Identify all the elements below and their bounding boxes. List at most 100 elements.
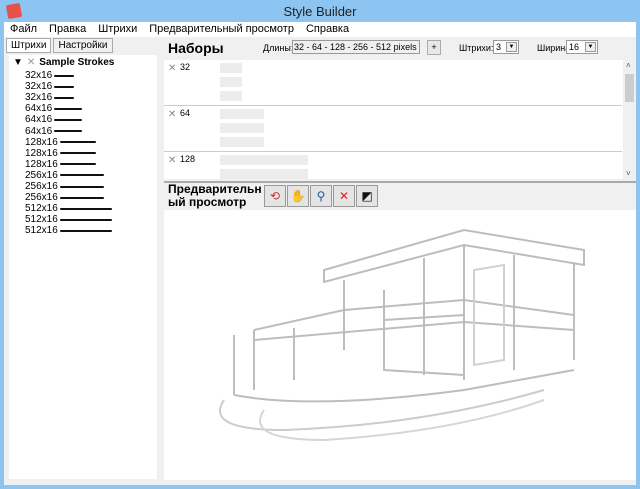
stroke-preview [59,174,104,177]
set-group: ✕ 32 [164,60,622,106]
stroke-slot[interactable] [220,123,264,133]
preview-title: Предварительн ый просмотр [168,183,262,209]
tree-item-label: 128x16 [25,136,58,148]
refresh-icon: ⟲ [269,189,281,203]
menu-bar: Файл Правка Штрихи Предварительный просмотр… [4,22,636,37]
menu-item[interactable]: Штрихи [92,22,143,37]
scroll-thumb[interactable] [625,74,634,102]
tree-item[interactable]: 512x16 [25,203,112,214]
eraser-icon: ◩ [361,189,373,203]
zoom-extents-button[interactable]: ✕ [333,185,355,207]
tree-item-label: 32x16 [25,81,53,93]
chevron-down-icon[interactable]: ▼ [506,42,517,52]
left-tabs: Штрихи Настройки [6,38,115,53]
scroll-up-icon[interactable]: ˄ [626,61,631,70]
tree-root-label: Sample Strokes [39,57,115,68]
chevron-down-icon[interactable]: ▼ [585,42,596,52]
strokes-tree[interactable]: ▼ ✕ Sample Strokes 32x16 32x16 32x16 64x16 6… [9,55,157,479]
stroke-preview [59,229,112,232]
stroke-preview [54,96,75,99]
menu-item[interactable]: Правка [43,22,92,37]
tree-item[interactable]: 32x16 [25,70,75,81]
tab-strokes[interactable]: Штрихи [6,38,52,53]
tree-item[interactable]: 64x16 [25,114,83,126]
tree-item[interactable]: 512x16 [25,214,112,225]
stroke-preview [59,152,96,155]
stroke-slot[interactable] [220,91,242,101]
zoom-extents-icon: ✕ [338,189,350,203]
stroke-preview [54,107,83,110]
set-label: 64 [180,108,191,118]
zoom-button[interactable]: ⚲ [310,185,332,207]
tree-item-label: 64x16 [25,103,53,115]
hand-icon: ✋ [290,189,306,203]
add-length-button[interactable]: + [427,40,441,55]
collapse-icon[interactable]: ▼ [13,57,23,68]
tree-item-label: 512x16 [25,225,58,237]
delete-icon[interactable]: ✕ [168,155,176,166]
tree-item[interactable]: 128x16 [25,159,96,170]
tree-item-label: 64x16 [25,125,53,137]
lengths-label: Длины: [263,43,294,53]
tree-item[interactable]: 64x16 [25,103,83,115]
stroke-preview [59,207,112,210]
strokes-value: 3 [496,42,502,52]
building-sketch [219,228,585,442]
stroke-preview [59,185,104,188]
delete-icon[interactable]: ✕ [168,63,176,74]
stroke-preview [59,163,96,166]
stroke-preview [59,141,96,144]
menu-item[interactable]: Файл [4,22,43,37]
tree-item-label: 128x16 [25,147,58,159]
menu-item[interactable]: Предварительный просмотр [143,22,300,37]
tree-root[interactable]: ▼ ✕ Sample Strokes [13,57,114,68]
set-group: ✕ 128 [164,152,622,179]
tree-item-label: 32x16 [25,92,53,104]
strokes-label: Штрихи: [459,43,494,53]
eraser-button[interactable]: ◩ [356,185,378,207]
tree-item[interactable]: 512x16 [25,225,112,236]
tree-item[interactable]: 256x16 [25,192,104,203]
stroke-slot[interactable] [220,169,308,179]
stroke-preview [59,196,104,199]
set-label: 32 [180,62,191,72]
delete-icon[interactable]: ✕ [27,57,35,68]
preview-canvas[interactable] [164,210,636,480]
tree-item[interactable]: 32x16 [25,81,75,93]
width-value: 16 [569,42,580,52]
stroke-preview [54,118,83,121]
tree-item-label: 128x16 [25,158,58,170]
width-select[interactable]: 16 ▼ [566,40,598,54]
stroke-preview [54,130,83,132]
menu-item[interactable]: Справка [300,22,355,37]
hand-button[interactable]: ✋ [287,185,309,207]
delete-icon[interactable]: ✕ [168,109,176,120]
stroke-preview [54,85,75,88]
stroke-slot[interactable] [220,109,264,119]
tree-item-label: 64x16 [25,114,53,126]
tree-item[interactable]: 64x16 [25,125,83,137]
tree-item[interactable]: 256x16 [25,170,104,181]
tree-item[interactable]: 256x16 [25,181,104,192]
refresh-button[interactable]: ⟲ [264,185,286,207]
stroke-slot[interactable] [220,155,308,165]
stroke-preview [54,74,75,77]
lengths-input[interactable]: 32 - 64 - 128 - 256 - 512 pixels [292,40,420,54]
stroke-slot[interactable] [220,137,264,147]
stroke-slot[interactable] [220,77,242,87]
tree-item-label: 256x16 [25,169,58,181]
set-group: ✕ 64 [164,106,622,152]
tree-item[interactable]: 128x16 [25,148,96,159]
tree-item-label: 256x16 [25,181,58,192]
tree-item-label: 512x16 [25,214,58,226]
tree-item[interactable]: 32x16 [25,92,75,104]
strokes-select[interactable]: 3 ▼ [493,40,519,54]
stroke-slot[interactable] [220,63,242,73]
scroll-down-icon[interactable]: ˅ [626,169,631,178]
zoom-icon: ⚲ [316,189,326,203]
preview-title-line2: ый просмотр [168,195,247,209]
title-bar: Style Builder [0,0,640,22]
tab-settings[interactable]: Настройки [53,38,113,53]
tree-item[interactable]: 128x16 [25,137,96,148]
scrollbar[interactable]: ˄ ˅ [623,60,636,179]
